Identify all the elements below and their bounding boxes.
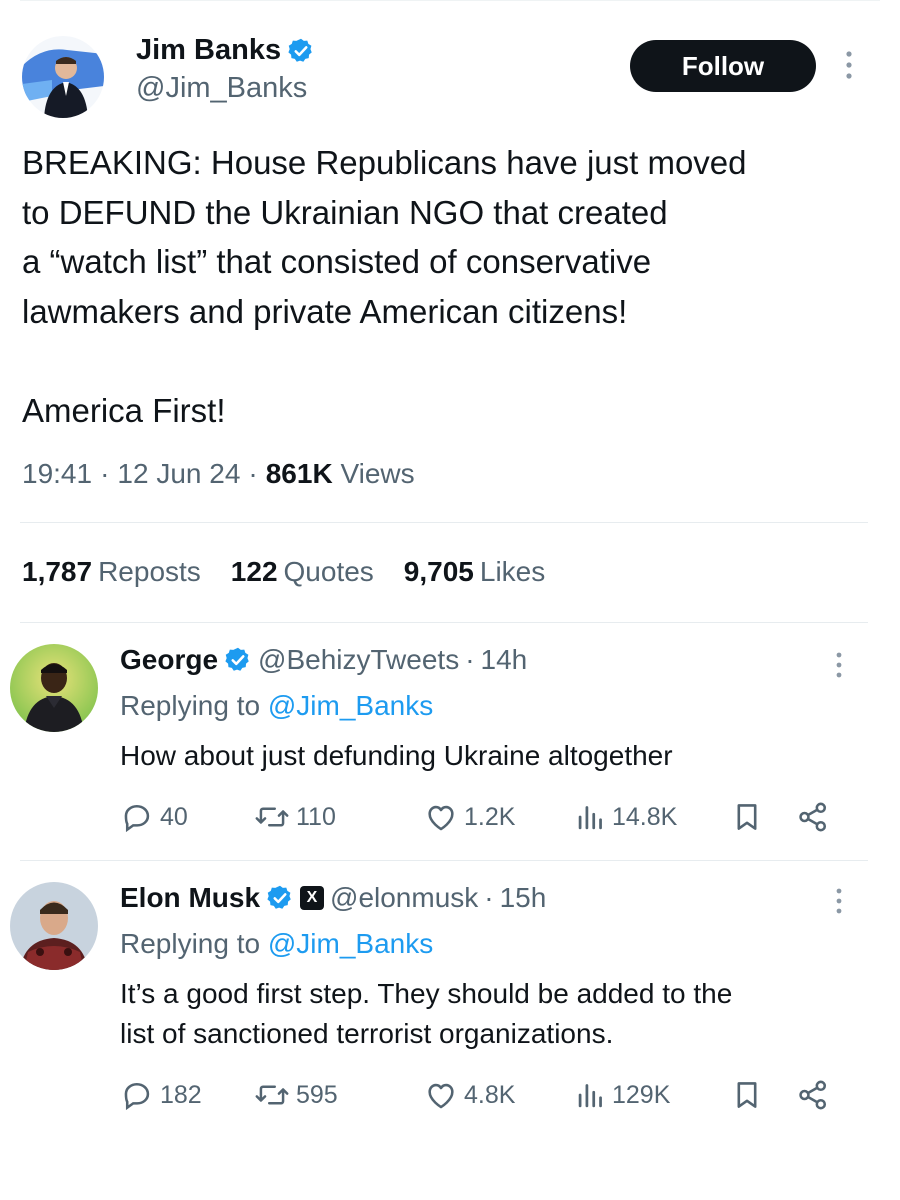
- replying-to-link[interactable]: @Jim_Banks: [268, 690, 433, 721]
- like-action[interactable]: 1.2K: [424, 800, 515, 834]
- reply-author-handle[interactable]: @BehizyTweets: [258, 644, 459, 676]
- repost-icon: [255, 1085, 289, 1105]
- likes-count: 9,705: [403, 556, 474, 587]
- reply-icon: [124, 1082, 150, 1111]
- repost-action[interactable]: 595: [254, 1078, 338, 1112]
- divider: [20, 522, 868, 523]
- reply-age[interactable]: 14h: [481, 644, 528, 676]
- views-icon: [578, 806, 602, 830]
- reply-text: It’s a good first step. They should be a…: [120, 978, 733, 1049]
- reposts-count: 1,787: [22, 556, 93, 587]
- verified-icon: [288, 38, 312, 62]
- reply-actions: 40 110 1.2K 14.8K: [120, 800, 840, 840]
- like-action[interactable]: 4.8K: [424, 1078, 515, 1112]
- more-icon[interactable]: [832, 650, 846, 680]
- follow-button[interactable]: Follow: [630, 40, 816, 92]
- more-icon[interactable]: [842, 48, 856, 82]
- views-label: Views: [340, 458, 415, 489]
- reply-action[interactable]: 40: [120, 800, 188, 834]
- divider: [20, 622, 868, 623]
- reply-avatar[interactable]: [10, 882, 98, 970]
- tweet-meta: 19:41 · 12 Jun 24 · 861K Views: [22, 458, 415, 490]
- like-icon: [428, 805, 454, 831]
- reply-count: 40: [160, 802, 188, 831]
- bookmark-icon: [737, 804, 757, 830]
- replying-prefix: Replying to: [120, 690, 261, 721]
- reply-action[interactable]: 182: [120, 1078, 202, 1112]
- replying-to: Replying to @Jim_Banks: [120, 690, 433, 722]
- share-icon: [799, 1080, 827, 1110]
- reply-avatar[interactable]: [10, 644, 98, 732]
- more-icon[interactable]: [832, 886, 846, 916]
- reply-header: Elon Musk X @elonmusk · 15h: [120, 882, 546, 914]
- views-count: 861K: [265, 458, 333, 489]
- tweet-time[interactable]: 19:41: [22, 458, 92, 490]
- repost-icon: [255, 807, 289, 827]
- divider: [20, 860, 868, 861]
- reply-age[interactable]: 15h: [500, 882, 547, 914]
- top-divider: [20, 0, 880, 1]
- reply-count: 182: [160, 1080, 202, 1109]
- share-action[interactable]: [796, 800, 830, 834]
- views-stat: 861K Views: [266, 458, 415, 490]
- replying-prefix: Replying to: [120, 928, 261, 959]
- likes-label: Likes: [479, 556, 546, 587]
- replying-to: Replying to @Jim_Banks: [120, 928, 433, 960]
- tweet-text: BREAKING: House Republicans have just mo…: [22, 144, 747, 429]
- views-count: 129K: [612, 1080, 671, 1109]
- reply-text: How about just defunding Ukraine altoget…: [120, 740, 673, 771]
- like-count: 1.2K: [464, 802, 516, 831]
- verified-icon: [225, 647, 249, 671]
- reposts-label: Reposts: [98, 556, 201, 587]
- verified-icon: [267, 885, 291, 909]
- tweet-date[interactable]: 12 Jun 24: [117, 458, 240, 490]
- share-action[interactable]: [796, 1078, 830, 1112]
- meta-separator: ·: [484, 882, 494, 913]
- quotes-count: 122: [230, 556, 278, 587]
- repost-action[interactable]: 110: [254, 800, 336, 834]
- repost-count: 110: [296, 802, 336, 831]
- author-name[interactable]: Jim Banks: [136, 34, 281, 67]
- like-icon: [428, 1083, 454, 1109]
- meta-separator: ·: [465, 644, 475, 675]
- likes-stat[interactable]: 9,705 Likes: [404, 556, 545, 588]
- like-count: 4.8K: [464, 1080, 516, 1109]
- affiliate-badge[interactable]: X: [300, 886, 325, 910]
- views-action[interactable]: 129K: [576, 1078, 670, 1112]
- reply-actions: 182 595 4.8K 129K: [120, 1078, 840, 1118]
- meta-separator: ·: [248, 458, 258, 489]
- bookmark-icon: [737, 1082, 757, 1108]
- quotes-stat[interactable]: 122 Quotes: [231, 556, 374, 588]
- author-name-row: Jim Banks: [136, 34, 315, 67]
- repost-count: 595: [296, 1080, 338, 1109]
- engagement-stats: 1,787 Reposts 122 Quotes 9,705 Likes: [22, 556, 545, 588]
- meta-separator: ·: [100, 458, 110, 489]
- replying-to-link[interactable]: @Jim_Banks: [268, 928, 433, 959]
- reply-header: George @BehizyTweets · 14h: [120, 644, 527, 676]
- author-handle[interactable]: @Jim_Banks: [136, 72, 307, 105]
- bookmark-action[interactable]: [732, 1078, 762, 1112]
- reply-icon: [124, 804, 150, 833]
- views-icon: [578, 1084, 602, 1108]
- author-avatar[interactable]: [22, 36, 104, 118]
- views-action[interactable]: 14.8K: [576, 800, 677, 834]
- reply-author-name[interactable]: Elon Musk: [120, 882, 260, 914]
- reposts-stat[interactable]: 1,787 Reposts: [22, 556, 201, 588]
- share-icon: [799, 802, 827, 832]
- views-count: 14.8K: [612, 802, 678, 831]
- quotes-label: Quotes: [283, 556, 374, 587]
- bookmark-action[interactable]: [732, 800, 762, 834]
- reply-author-name[interactable]: George: [120, 644, 218, 676]
- reply-author-handle[interactable]: @elonmusk: [330, 882, 478, 914]
